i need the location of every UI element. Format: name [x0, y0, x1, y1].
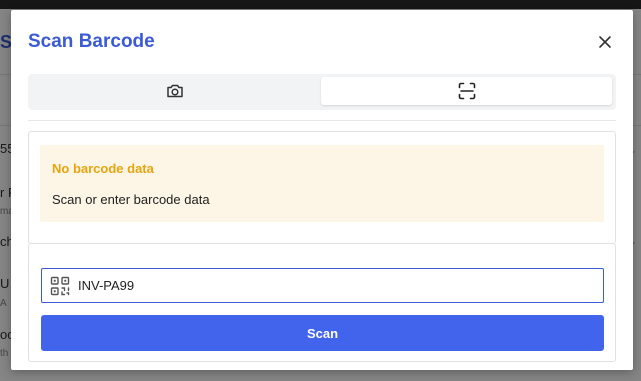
alert-title: No barcode data: [52, 161, 154, 176]
alert-message: Scan or enter barcode data: [52, 192, 210, 207]
scan-mode-tabs: [28, 74, 616, 110]
scan-button[interactable]: Scan: [41, 315, 604, 351]
no-data-alert: No barcode data Scan or enter barcode da…: [40, 145, 604, 222]
modal-title: Scan Barcode: [28, 31, 155, 52]
qr-code-icon: [50, 276, 70, 296]
barcode-result-panel: No barcode data Scan or enter barcode da…: [28, 131, 616, 244]
tab-scan[interactable]: [321, 77, 612, 105]
close-button[interactable]: [595, 32, 615, 52]
scan-barcode-modal: Scan Barcode No barcode data Scan or ent…: [11, 10, 633, 370]
barcode-input-wrapper[interactable]: [41, 268, 604, 303]
camera-icon: [167, 84, 183, 98]
tab-camera[interactable]: [32, 77, 318, 105]
barcode-entry-panel: Scan: [28, 243, 616, 362]
divider: [28, 120, 616, 121]
barcode-input[interactable]: [76, 277, 560, 294]
scan-icon: [458, 82, 475, 100]
close-icon: [599, 36, 611, 48]
